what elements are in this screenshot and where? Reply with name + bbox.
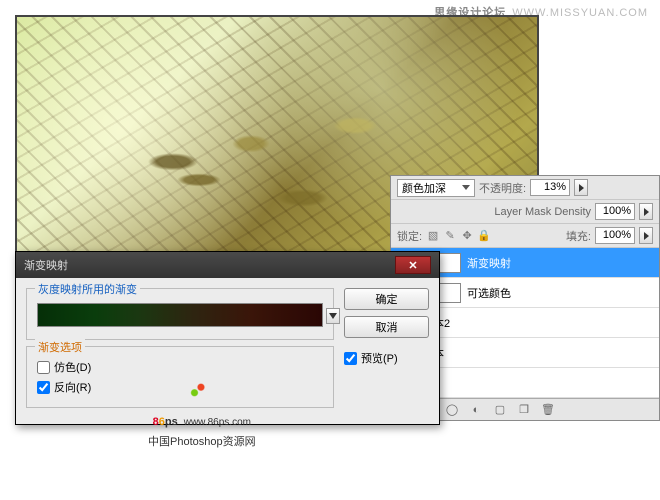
group-icon[interactable]: ▢ <box>493 403 507 417</box>
gradient-fieldset: 灰度映射所用的渐变 <box>26 288 334 340</box>
blend-mode-value: 颜色加深 <box>402 180 446 196</box>
lock-transparent-icon[interactable]: ▧ <box>426 229 440 243</box>
layer-name: 可选颜色 <box>467 285 511 301</box>
preview-checkbox-row[interactable]: 预览(P) <box>344 350 429 366</box>
lock-fill-row: 锁定: ▧ ✎ ✥ 🔒 填充: 100% <box>391 224 659 248</box>
dialog-titlebar[interactable]: 渐变映射 ✕ <box>16 252 439 278</box>
fill-input[interactable]: 100% <box>595 227 635 244</box>
reverse-checkbox[interactable] <box>37 381 50 394</box>
preview-checkbox[interactable] <box>344 352 357 365</box>
gradient-picker-button[interactable] <box>326 308 340 324</box>
mask-density-flyout-button[interactable] <box>639 203 653 220</box>
lock-icons: ▧ ✎ ✥ 🔒 <box>426 229 491 243</box>
lock-paint-icon[interactable]: ✎ <box>443 229 457 243</box>
reverse-checkbox-row[interactable]: 反向(R) <box>37 379 323 395</box>
options-legend: 渐变选项 <box>35 339 85 355</box>
lock-all-icon[interactable]: 🔒 <box>477 229 491 243</box>
chevron-down-icon <box>462 185 470 190</box>
blend-mode-select[interactable]: 颜色加深 <box>397 179 475 197</box>
layer-name: 渐变映射 <box>467 255 511 271</box>
reverse-label: 反向(R) <box>54 379 91 395</box>
gradient-map-dialog: 渐变映射 ✕ 灰度映射所用的渐变 渐变选项 仿色(D) 反向(R) <box>15 251 440 425</box>
dither-checkbox[interactable] <box>37 361 50 374</box>
mask-density-label: Layer Mask Density <box>494 206 591 218</box>
mask-thumb[interactable] <box>439 283 461 303</box>
opacity-label: 不透明度: <box>479 180 526 196</box>
mask-icon[interactable]: ◯ <box>445 403 459 417</box>
opacity-input[interactable]: 13% <box>530 179 570 196</box>
adjustment-layer-icon[interactable]: ◐ <box>469 403 483 417</box>
fill-flyout-button[interactable] <box>639 227 653 244</box>
fill-label: 填充: <box>566 228 591 244</box>
mask-density-input[interactable]: 100% <box>595 203 635 220</box>
mask-density-row: Layer Mask Density 100% <box>391 200 659 224</box>
gradient-legend: 灰度映射所用的渐变 <box>35 281 140 297</box>
gradient-preview[interactable] <box>37 303 323 327</box>
preview-label: 预览(P) <box>361 350 398 366</box>
opacity-flyout-button[interactable] <box>574 179 588 196</box>
trash-icon[interactable]: 🗑 <box>541 403 555 417</box>
dither-checkbox-row[interactable]: 仿色(D) <box>37 359 323 375</box>
ok-button[interactable]: 确定 <box>344 288 429 310</box>
lock-move-icon[interactable]: ✥ <box>460 229 474 243</box>
options-fieldset: 渐变选项 仿色(D) 反向(R) <box>26 346 334 408</box>
cancel-button[interactable]: 取消 <box>344 316 429 338</box>
lock-label: 锁定: <box>397 228 422 244</box>
close-button[interactable]: ✕ <box>395 256 431 274</box>
new-layer-icon[interactable]: ❐ <box>517 403 531 417</box>
dither-label: 仿色(D) <box>54 359 91 375</box>
logo-cn: 中国Photoshop资源网 <box>148 433 256 449</box>
dialog-title: 渐变映射 <box>24 257 68 273</box>
mask-thumb[interactable] <box>439 253 461 273</box>
blend-opacity-row: 颜色加深 不透明度: 13% <box>391 176 659 200</box>
